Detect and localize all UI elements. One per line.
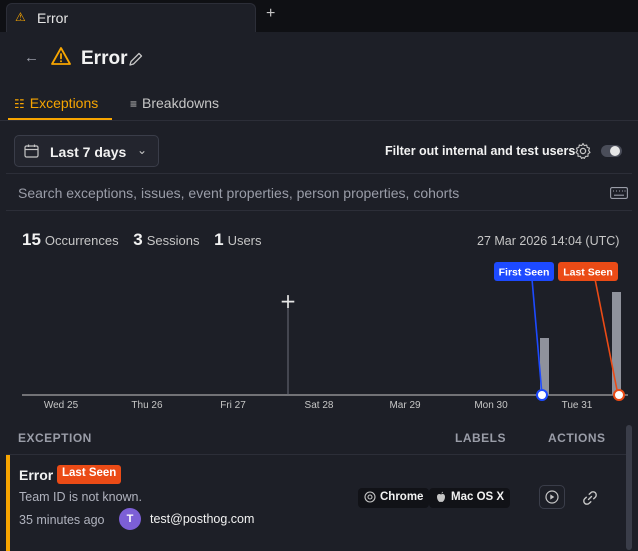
view-tabs: ☷ Exceptions ≡ Breakdowns bbox=[0, 87, 638, 121]
summary-stats: 15 Occurrences 3 Sessions 1 Users bbox=[22, 230, 273, 250]
column-header-actions: ACTIONS bbox=[548, 431, 606, 445]
filter-lines-icon: ≡ bbox=[130, 97, 138, 111]
users-count: 1 bbox=[214, 230, 224, 249]
calendar-icon bbox=[24, 144, 39, 158]
filter-toggle[interactable] bbox=[601, 145, 622, 157]
date-range-label: Last 7 days bbox=[50, 144, 127, 160]
first-seen-marker: First Seen bbox=[494, 262, 554, 281]
list-icon: ☷ bbox=[14, 97, 25, 111]
date-range-select[interactable]: Last 7 days ⌄ bbox=[14, 135, 159, 167]
browser-tab-title: Error bbox=[37, 10, 69, 26]
crosshair-cursor-icon: + bbox=[280, 289, 297, 313]
occurrences-chart: + First Seen Last Seen Wed 25 Thu 26 Fri 2… bbox=[22, 262, 628, 411]
tab-exceptions[interactable]: ☷ Exceptions bbox=[14, 95, 98, 111]
chrome-icon bbox=[364, 491, 376, 503]
page-title: Error bbox=[81, 48, 128, 69]
user-email[interactable]: test@posthog.com bbox=[150, 512, 254, 526]
last-seen-marker: Last Seen bbox=[558, 262, 618, 281]
sessions-count: 3 bbox=[133, 230, 143, 249]
x-tick-label: Mon 30 bbox=[474, 400, 508, 411]
os-name: Mac OS X bbox=[451, 491, 505, 503]
last-seen-badge: Last Seen bbox=[57, 465, 122, 484]
x-tick-label: Sat 28 bbox=[305, 400, 334, 411]
pencil-icon[interactable] bbox=[128, 51, 144, 67]
keyboard-icon[interactable] bbox=[610, 187, 628, 199]
sessions-label: Sessions bbox=[146, 233, 200, 248]
x-tick-label: Fri 27 bbox=[220, 400, 246, 411]
apple-icon bbox=[437, 491, 445, 502]
search-input[interactable] bbox=[18, 183, 598, 203]
exception-row[interactable]: Error Last Seen Team ID is not known. 35… bbox=[6, 454, 632, 551]
x-tick-label: Tue 31 bbox=[562, 400, 593, 411]
column-header-labels: LABELS bbox=[455, 431, 506, 445]
first-seen-connector bbox=[531, 278, 543, 396]
first-seen-label: First Seen bbox=[499, 267, 550, 279]
first-seen-point bbox=[536, 389, 548, 401]
scrollbar[interactable] bbox=[626, 425, 632, 550]
browser-tab-bar: ⚠ Error + bbox=[0, 0, 638, 32]
link-icon[interactable] bbox=[582, 490, 598, 506]
avatar[interactable]: T bbox=[119, 508, 141, 530]
search-bar bbox=[6, 173, 632, 211]
gear-icon[interactable] bbox=[574, 142, 592, 160]
bar-tue31 bbox=[612, 292, 621, 395]
warning-icon: ⚠ bbox=[15, 10, 26, 24]
browser-label: Chrome bbox=[358, 488, 430, 508]
new-tab-button[interactable]: + bbox=[266, 5, 275, 23]
row-accent-bar bbox=[6, 455, 10, 551]
play-icon bbox=[545, 490, 559, 504]
last-seen-point bbox=[613, 389, 625, 401]
view-recording-button[interactable] bbox=[539, 485, 565, 509]
tab-breakdowns[interactable]: ≡ Breakdowns bbox=[130, 95, 219, 111]
warning-icon bbox=[51, 47, 71, 65]
x-tick-label: Thu 26 bbox=[131, 400, 163, 411]
browser-tab[interactable]: ⚠ Error bbox=[6, 3, 256, 32]
occurrences-count: 15 bbox=[22, 230, 41, 249]
chevron-down-icon: ⌄ bbox=[137, 143, 148, 157]
tab-breakdowns-label: Breakdowns bbox=[142, 95, 220, 111]
column-header-exception[interactable]: EXCEPTION bbox=[18, 431, 92, 445]
tab-exceptions-label: Exceptions bbox=[29, 95, 99, 111]
browser-name: Chrome bbox=[380, 491, 424, 503]
exception-title[interactable]: Error bbox=[19, 467, 53, 483]
occurrences-label: Occurrences bbox=[44, 233, 119, 248]
x-tick-label: Wed 25 bbox=[44, 400, 79, 411]
os-label: Mac OS X bbox=[429, 488, 511, 508]
last-seen-label: Last Seen bbox=[563, 267, 613, 279]
x-tick-label: Mar 29 bbox=[389, 400, 421, 411]
back-arrow-icon[interactable]: ← bbox=[24, 49, 39, 66]
page-header: ← Error bbox=[0, 32, 638, 87]
filter-internal-label: Filter out internal and test users bbox=[385, 144, 576, 158]
exception-time: 35 minutes ago bbox=[19, 513, 105, 527]
users-label: Users bbox=[227, 233, 262, 248]
timestamp: 27 Mar 2026 14:04 (UTC) bbox=[477, 234, 620, 248]
active-tab-indicator bbox=[8, 118, 112, 120]
exception-message: Team ID is not known. bbox=[19, 490, 142, 504]
